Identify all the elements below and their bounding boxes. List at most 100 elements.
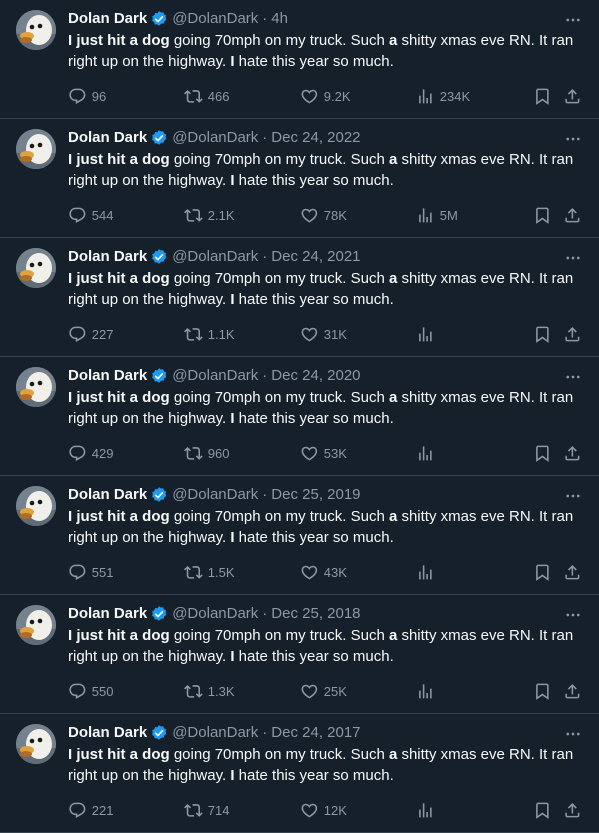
tweet[interactable]: Dolan Dark @DolanDark · Dec 24, 2017 I j… xyxy=(0,714,599,833)
bookmark-icon xyxy=(536,802,549,819)
bookmark-button[interactable] xyxy=(533,681,552,701)
handle[interactable]: @DolanDark xyxy=(172,485,258,505)
views-button[interactable] xyxy=(416,443,440,463)
share-button[interactable] xyxy=(563,681,582,701)
share-button[interactable] xyxy=(563,443,582,463)
more-icon[interactable] xyxy=(563,486,583,506)
handle[interactable]: @DolanDark xyxy=(172,9,258,29)
tweet-text: I just hit a dog going 70mph on my truck… xyxy=(68,389,574,427)
views-icon xyxy=(419,802,432,818)
reply-button[interactable]: 429 xyxy=(68,443,113,463)
share-icon xyxy=(565,326,580,342)
tweet-text: I just hit a dog going 70mph on my truck… xyxy=(68,746,574,784)
more-icon[interactable] xyxy=(563,724,583,744)
retweet-button[interactable]: 960 xyxy=(184,443,229,463)
share-button[interactable] xyxy=(563,205,582,225)
like-button[interactable]: 43K xyxy=(300,562,347,582)
share-icon xyxy=(565,207,580,223)
bookmark-button[interactable] xyxy=(533,205,552,225)
bookmark-button[interactable] xyxy=(533,324,552,344)
timestamp[interactable]: Dec 24, 2020 xyxy=(271,366,360,386)
bookmark-button[interactable] xyxy=(533,562,552,582)
avatar[interactable] xyxy=(16,605,56,645)
avatar[interactable] xyxy=(16,10,56,50)
retweet-button[interactable]: 2.1K xyxy=(184,205,235,225)
bookmark-button[interactable] xyxy=(533,800,552,820)
tweet[interactable]: Dolan Dark @DolanDark · 4h I just hit a … xyxy=(0,0,599,119)
reply-button[interactable]: 551 xyxy=(68,562,113,582)
share-button[interactable] xyxy=(563,324,582,344)
tweet[interactable]: Dolan Dark @DolanDark · Dec 24, 2020 I j… xyxy=(0,357,599,476)
avatar[interactable] xyxy=(16,367,56,407)
display-name[interactable]: Dolan Dark xyxy=(68,604,147,624)
share-icon xyxy=(565,88,580,104)
like-button[interactable]: 53K xyxy=(300,443,347,463)
reply-button[interactable]: 96 xyxy=(68,86,106,106)
retweet-button[interactable]: 714 xyxy=(184,800,229,820)
like-button[interactable]: 9.2K xyxy=(300,86,351,106)
tweet[interactable]: Dolan Dark @DolanDark · Dec 25, 2019 I j… xyxy=(0,476,599,595)
handle[interactable]: @DolanDark xyxy=(172,723,258,743)
display-name[interactable]: Dolan Dark xyxy=(68,247,147,267)
reply-count: 544 xyxy=(91,207,114,223)
handle[interactable]: @DolanDark xyxy=(172,247,258,267)
retweet-button[interactable]: 466 xyxy=(184,86,229,106)
reply-button[interactable]: 550 xyxy=(68,681,113,701)
tweet[interactable]: Dolan Dark @DolanDark · Dec 25, 2018 I j… xyxy=(0,595,599,714)
bookmark-icon xyxy=(536,564,549,581)
tweet[interactable]: Dolan Dark @DolanDark · Dec 24, 2021 I j… xyxy=(0,238,599,357)
more-icon[interactable] xyxy=(563,367,583,387)
tweet[interactable]: Dolan Dark @DolanDark · Dec 24, 2022 I j… xyxy=(0,119,599,238)
timestamp[interactable]: Dec 25, 2018 xyxy=(271,604,360,624)
timestamp[interactable]: 4h xyxy=(271,9,288,29)
timestamp[interactable]: Dec 24, 2022 xyxy=(271,128,360,148)
like-button[interactable]: 78K xyxy=(300,205,347,225)
views-button[interactable] xyxy=(416,324,440,344)
more-icon[interactable] xyxy=(563,10,583,30)
timestamp[interactable]: Dec 24, 2021 xyxy=(271,247,360,267)
reply-count: 96 xyxy=(91,88,107,104)
display-name[interactable]: Dolan Dark xyxy=(68,128,147,148)
retweet-icon xyxy=(184,684,203,698)
handle[interactable]: @DolanDark xyxy=(172,366,258,386)
avatar[interactable] xyxy=(16,248,56,288)
views-button[interactable]: 5M xyxy=(416,205,458,225)
bookmark-button[interactable] xyxy=(533,443,552,463)
like-button[interactable]: 25K xyxy=(300,681,347,701)
display-name[interactable]: Dolan Dark xyxy=(68,723,147,743)
display-name[interactable]: Dolan Dark xyxy=(68,485,147,505)
retweet-count: 466 xyxy=(207,88,230,104)
share-button[interactable] xyxy=(563,562,582,582)
retweet-button[interactable]: 1.3K xyxy=(184,681,235,701)
timestamp[interactable]: Dec 25, 2019 xyxy=(271,485,360,505)
handle[interactable]: @DolanDark xyxy=(172,128,258,148)
more-icon[interactable] xyxy=(563,605,583,625)
views-button[interactable] xyxy=(416,800,440,820)
avatar[interactable] xyxy=(16,129,56,169)
share-button[interactable] xyxy=(563,800,582,820)
views-button[interactable]: 234K xyxy=(416,86,470,106)
reply-button[interactable]: 221 xyxy=(68,800,113,820)
retweet-button[interactable]: 1.1K xyxy=(184,324,235,344)
timestamp[interactable]: Dec 24, 2017 xyxy=(271,723,360,743)
like-button[interactable]: 31K xyxy=(300,324,347,344)
verified-badge-icon xyxy=(152,487,167,502)
like-count: 78K xyxy=(323,207,347,223)
bookmark-button[interactable] xyxy=(533,86,552,106)
reply-button[interactable]: 544 xyxy=(68,205,113,225)
views-button[interactable] xyxy=(416,681,440,701)
views-button[interactable] xyxy=(416,562,440,582)
display-name[interactable]: Dolan Dark xyxy=(68,366,147,386)
like-button[interactable]: 12K xyxy=(300,800,347,820)
more-icon[interactable] xyxy=(563,248,583,268)
reply-button[interactable]: 227 xyxy=(68,324,113,344)
share-button[interactable] xyxy=(563,86,582,106)
verified-badge-icon xyxy=(152,725,167,740)
avatar[interactable] xyxy=(16,724,56,764)
retweet-button[interactable]: 1.5K xyxy=(184,562,235,582)
handle[interactable]: @DolanDark xyxy=(172,604,258,624)
display-name[interactable]: Dolan Dark xyxy=(68,9,147,29)
separator-dot: · xyxy=(262,605,268,622)
more-icon[interactable] xyxy=(563,129,583,149)
avatar[interactable] xyxy=(16,486,56,526)
